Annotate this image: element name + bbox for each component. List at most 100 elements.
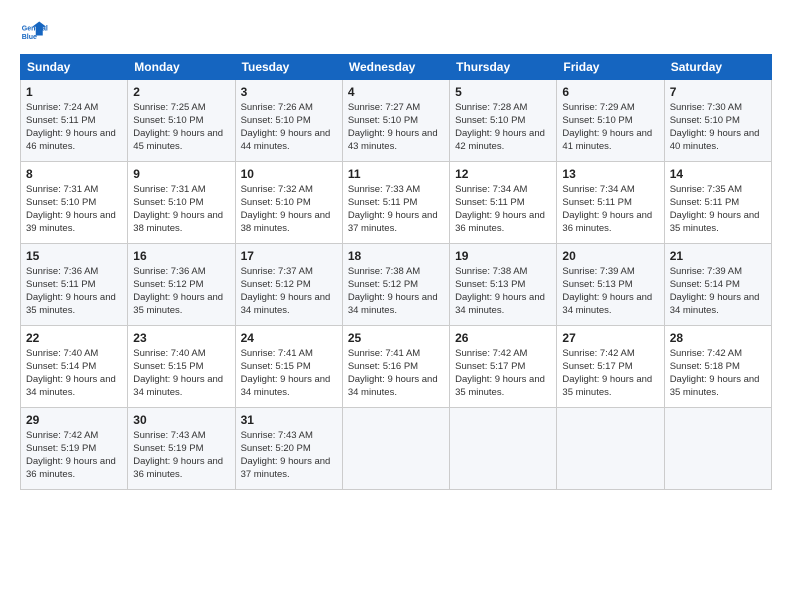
daylight-label: Daylight: 9 hours and 38 minutes. bbox=[241, 210, 331, 234]
sunrise-label: Sunrise: 7:40 AM bbox=[26, 348, 98, 359]
sunrise-label: Sunrise: 7:34 AM bbox=[455, 184, 527, 195]
day-number: 6 bbox=[562, 84, 658, 100]
day-number: 4 bbox=[348, 84, 444, 100]
daylight-label: Daylight: 9 hours and 34 minutes. bbox=[670, 292, 760, 316]
day-number: 28 bbox=[670, 330, 766, 346]
sunrise-label: Sunrise: 7:27 AM bbox=[348, 102, 420, 113]
day-number: 27 bbox=[562, 330, 658, 346]
day-number: 12 bbox=[455, 166, 551, 182]
day-number: 13 bbox=[562, 166, 658, 182]
sunset-label: Sunset: 5:19 PM bbox=[26, 443, 96, 454]
sunset-label: Sunset: 5:12 PM bbox=[241, 279, 311, 290]
day-number: 25 bbox=[348, 330, 444, 346]
daylight-label: Daylight: 9 hours and 36 minutes. bbox=[562, 210, 652, 234]
daylight-label: Daylight: 9 hours and 41 minutes. bbox=[562, 128, 652, 152]
day-number: 8 bbox=[26, 166, 122, 182]
day-number: 30 bbox=[133, 412, 229, 428]
sunset-label: Sunset: 5:14 PM bbox=[26, 361, 96, 372]
day-number: 23 bbox=[133, 330, 229, 346]
calendar-cell: 21Sunrise: 7:39 AMSunset: 5:14 PMDayligh… bbox=[664, 244, 771, 326]
sunrise-label: Sunrise: 7:30 AM bbox=[670, 102, 742, 113]
calendar-cell: 1Sunrise: 7:24 AMSunset: 5:11 PMDaylight… bbox=[21, 80, 128, 162]
sunset-label: Sunset: 5:17 PM bbox=[562, 361, 632, 372]
sunrise-label: Sunrise: 7:43 AM bbox=[241, 430, 313, 441]
sunrise-label: Sunrise: 7:36 AM bbox=[133, 266, 205, 277]
calendar-cell: 24Sunrise: 7:41 AMSunset: 5:15 PMDayligh… bbox=[235, 326, 342, 408]
logo: General Blue bbox=[20, 18, 52, 46]
sunrise-label: Sunrise: 7:35 AM bbox=[670, 184, 742, 195]
calendar-cell: 9Sunrise: 7:31 AMSunset: 5:10 PMDaylight… bbox=[128, 162, 235, 244]
col-header-friday: Friday bbox=[557, 55, 664, 80]
sunset-label: Sunset: 5:10 PM bbox=[348, 115, 418, 126]
sunrise-label: Sunrise: 7:29 AM bbox=[562, 102, 634, 113]
sunrise-label: Sunrise: 7:24 AM bbox=[26, 102, 98, 113]
sunset-label: Sunset: 5:10 PM bbox=[241, 197, 311, 208]
day-number: 24 bbox=[241, 330, 337, 346]
daylight-label: Daylight: 9 hours and 35 minutes. bbox=[455, 374, 545, 398]
calendar-cell: 4 Sunrise: 7:27 AM Sunset: 5:10 PM Daylight… bbox=[342, 80, 449, 162]
daylight-label: Daylight: 9 hours and 34 minutes. bbox=[455, 292, 545, 316]
daylight-label: Daylight: 9 hours and 40 minutes. bbox=[670, 128, 760, 152]
sunrise-label: Sunrise: 7:31 AM bbox=[133, 184, 205, 195]
calendar-cell: 30Sunrise: 7:43 AMSunset: 5:19 PMDayligh… bbox=[128, 408, 235, 490]
daylight-label: Daylight: 9 hours and 43 minutes. bbox=[348, 128, 438, 152]
col-header-wednesday: Wednesday bbox=[342, 55, 449, 80]
sunset-label: Sunset: 5:11 PM bbox=[562, 197, 632, 208]
day-number: 9 bbox=[133, 166, 229, 182]
calendar-cell: 3Sunrise: 7:26 AMSunset: 5:10 PMDaylight… bbox=[235, 80, 342, 162]
daylight-label: Daylight: 9 hours and 35 minutes. bbox=[133, 292, 223, 316]
calendar-table: SundayMondayTuesdayWednesdayThursdayFrid… bbox=[20, 54, 772, 490]
calendar-cell bbox=[664, 408, 771, 490]
calendar-cell: 23Sunrise: 7:40 AMSunset: 5:15 PMDayligh… bbox=[128, 326, 235, 408]
daylight-label: Daylight: 9 hours and 35 minutes. bbox=[670, 374, 760, 398]
sunset-label: Sunset: 5:11 PM bbox=[670, 197, 740, 208]
day-number: 18 bbox=[348, 248, 444, 264]
calendar-cell: 15Sunrise: 7:36 AMSunset: 5:11 PMDayligh… bbox=[21, 244, 128, 326]
daylight-label: Daylight: 9 hours and 34 minutes. bbox=[348, 374, 438, 398]
sunrise-label: Sunrise: 7:39 AM bbox=[562, 266, 634, 277]
calendar-cell: 17 Sunrise: 7:37 AM Sunset: 5:12 PM Dayligh… bbox=[235, 244, 342, 326]
calendar-cell: 2Sunrise: 7:25 AMSunset: 5:10 PMDaylight… bbox=[128, 80, 235, 162]
sunrise-label: Sunrise: 7:36 AM bbox=[26, 266, 98, 277]
sunset-label: Sunset: 5:10 PM bbox=[133, 115, 203, 126]
day-number: 7 bbox=[670, 84, 766, 100]
day-number: 10 bbox=[241, 166, 337, 182]
sunrise-label: Sunrise: 7:26 AM bbox=[241, 102, 313, 113]
sunrise-label: Sunrise: 7:42 AM bbox=[26, 430, 98, 441]
sunrise-label: Sunrise: 7:37 AM bbox=[241, 266, 313, 277]
calendar-cell: 29Sunrise: 7:42 AMSunset: 5:19 PMDayligh… bbox=[21, 408, 128, 490]
sunset-label: Sunset: 5:12 PM bbox=[348, 279, 418, 290]
daylight-label: Daylight: 9 hours and 35 minutes. bbox=[562, 374, 652, 398]
calendar-cell: 8Sunrise: 7:31 AMSunset: 5:10 PMDaylight… bbox=[21, 162, 128, 244]
calendar-cell: 27Sunrise: 7:42 AMSunset: 5:17 PMDayligh… bbox=[557, 326, 664, 408]
calendar-cell: 19Sunrise: 7:38 AMSunset: 5:13 PMDayligh… bbox=[450, 244, 557, 326]
day-number: 20 bbox=[562, 248, 658, 264]
sunset-label: Sunset: 5:18 PM bbox=[670, 361, 740, 372]
calendar-cell: 20Sunrise: 7:39 AMSunset: 5:13 PMDayligh… bbox=[557, 244, 664, 326]
daylight-label: Daylight: 9 hours and 35 minutes. bbox=[26, 292, 116, 316]
sunrise-label: Sunrise: 7:25 AM bbox=[133, 102, 205, 113]
sunrise-label: Sunrise: 7:40 AM bbox=[133, 348, 205, 359]
day-number: 3 bbox=[241, 84, 337, 100]
calendar-cell: 13Sunrise: 7:34 AMSunset: 5:11 PMDayligh… bbox=[557, 162, 664, 244]
sunset-label: Sunset: 5:11 PM bbox=[455, 197, 525, 208]
day-number: 29 bbox=[26, 412, 122, 428]
sunrise-label: Sunrise: 7:43 AM bbox=[133, 430, 205, 441]
calendar-cell: 11Sunrise: 7:33 AMSunset: 5:11 PMDayligh… bbox=[342, 162, 449, 244]
daylight-label: Daylight: 9 hours and 34 minutes. bbox=[26, 374, 116, 398]
day-number: 17 bbox=[241, 248, 337, 264]
daylight-label: Daylight: 9 hours and 46 minutes. bbox=[26, 128, 116, 152]
day-number: 5 bbox=[455, 84, 551, 100]
daylight-label: Daylight: 9 hours and 34 minutes. bbox=[241, 292, 331, 316]
sunrise-label: Sunrise: 7:39 AM bbox=[670, 266, 742, 277]
calendar-cell bbox=[342, 408, 449, 490]
sunset-label: Sunset: 5:19 PM bbox=[133, 443, 203, 454]
day-number: 22 bbox=[26, 330, 122, 346]
col-header-sunday: Sunday bbox=[21, 55, 128, 80]
calendar-cell bbox=[557, 408, 664, 490]
sunrise-label: Sunrise: 7:41 AM bbox=[241, 348, 313, 359]
sunset-label: Sunset: 5:15 PM bbox=[133, 361, 203, 372]
day-number: 16 bbox=[133, 248, 229, 264]
sunrise-label: Sunrise: 7:32 AM bbox=[241, 184, 313, 195]
calendar-cell: 18Sunrise: 7:38 AMSunset: 5:12 PMDayligh… bbox=[342, 244, 449, 326]
